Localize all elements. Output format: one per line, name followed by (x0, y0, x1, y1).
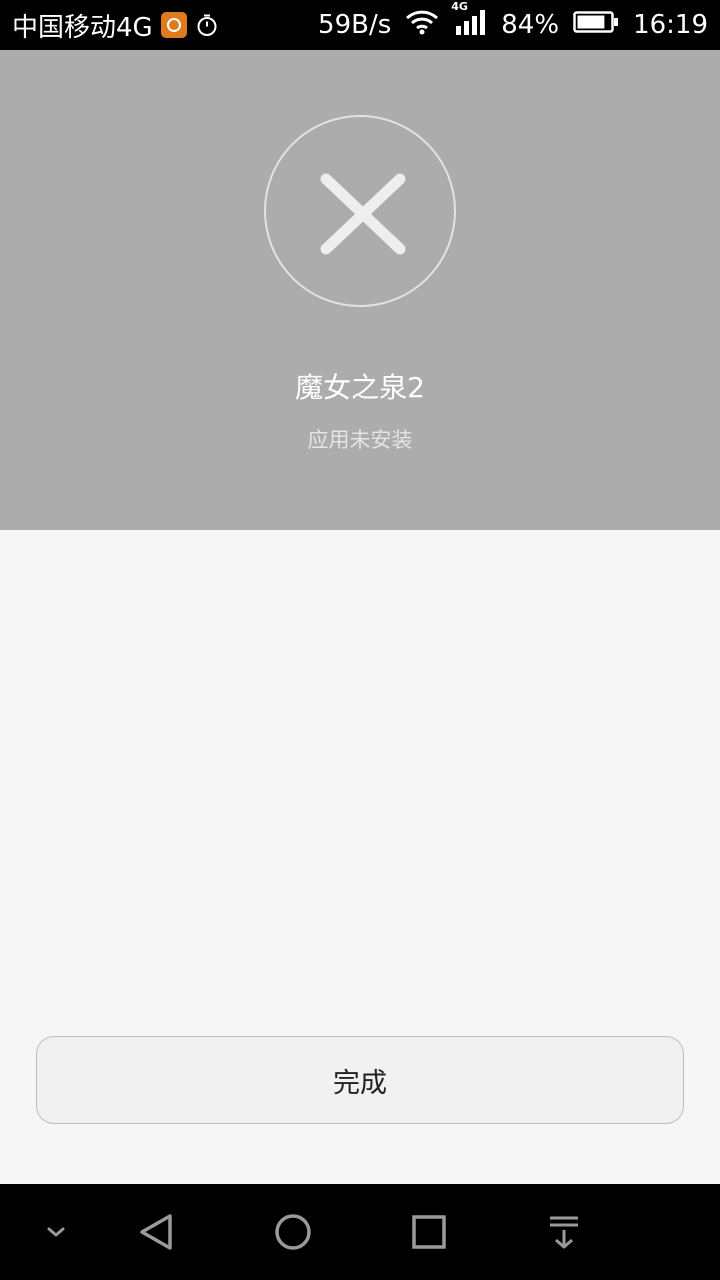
chevron-down-icon (47, 1227, 65, 1237)
clock: 16:19 (633, 10, 708, 40)
wifi-icon (405, 9, 439, 42)
carrier-label: 中国移动4G (12, 12, 153, 43)
status-right: 59B/s 4G 84% 16:19 (318, 0, 708, 43)
navigation-bar (0, 1184, 720, 1280)
app-name: 魔女之泉2 (295, 371, 425, 404)
app-notification-icon (160, 12, 187, 38)
status-left: 中国移动4G (12, 7, 219, 44)
close-icon (320, 173, 406, 255)
nav-notification-pull-button[interactable] (536, 1204, 592, 1260)
signal-icon: 4G (451, 0, 487, 43)
battery-icon (573, 10, 619, 41)
notification-pull-icon (550, 1216, 578, 1249)
home-icon (275, 1214, 311, 1250)
install-status-text: 应用未安装 (307, 428, 413, 452)
nav-collapse-button[interactable] (28, 1204, 84, 1260)
install-result-panel: 魔女之泉2 应用未安装 (0, 50, 720, 530)
back-icon (140, 1214, 172, 1250)
status-bar: 中国移动4G 59B/s 4G 84% 16:19 (0, 0, 720, 50)
battery-percent: 84% (501, 10, 560, 40)
done-button[interactable]: 完成 (36, 1036, 684, 1124)
nav-home-button[interactable] (265, 1204, 321, 1260)
signal-type-label: 4G (451, 0, 468, 13)
stopwatch-icon (195, 13, 219, 37)
install-failed-indicator (264, 115, 456, 307)
nav-recents-button[interactable] (401, 1204, 457, 1260)
recents-icon (412, 1215, 446, 1249)
net-speed: 59B/s (318, 10, 392, 40)
nav-back-button[interactable] (130, 1204, 186, 1260)
